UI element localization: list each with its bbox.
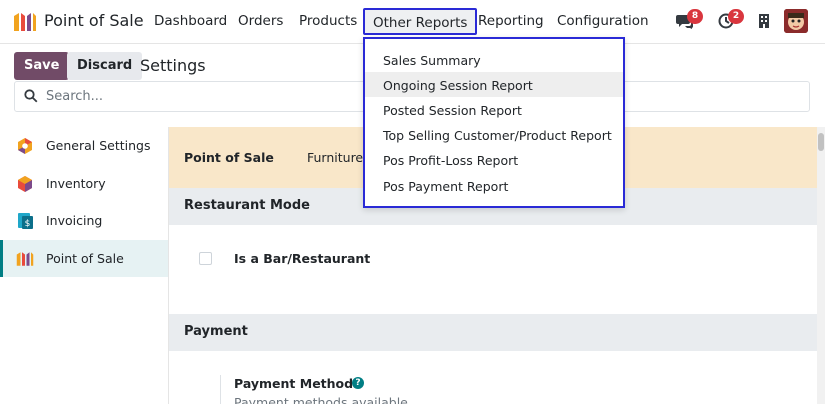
- sidebar-item-inventory[interactable]: Inventory: [0, 165, 168, 202]
- setting-divider: [220, 375, 221, 404]
- nav-configuration[interactable]: Configuration: [557, 13, 649, 29]
- other-reports-dropdown: Sales Summary Ongoing Session Report Pos…: [363, 37, 625, 208]
- settings-sidebar: General Settings Inventory $ Invoicing P…: [0, 127, 169, 404]
- sidebar-item-general-settings[interactable]: General Settings: [0, 127, 168, 164]
- menu-item-top-selling-report[interactable]: Top Selling Customer/Product Report: [365, 122, 623, 147]
- sidebar-item-label: Invoicing: [46, 213, 103, 228]
- messages-badge: 8: [687, 9, 703, 24]
- help-icon[interactable]: ?: [352, 377, 364, 389]
- sidebar-item-point-of-sale[interactable]: Point of Sale: [0, 240, 168, 277]
- pos-store-icon[interactable]: [13, 12, 37, 32]
- menu-item-profit-loss-report[interactable]: Pos Profit-Loss Report: [365, 147, 623, 172]
- pos-store-icon: [16, 252, 34, 266]
- app-title[interactable]: Point of Sale: [44, 11, 144, 30]
- invoicing-icon: $: [18, 213, 33, 229]
- scrollbar[interactable]: [817, 127, 825, 404]
- scrollbar-thumb[interactable]: [818, 133, 824, 151]
- discard-button[interactable]: Discard: [67, 52, 143, 80]
- inventory-box-icon: [18, 176, 32, 192]
- user-avatar[interactable]: [784, 9, 808, 33]
- sidebar-item-label: General Settings: [46, 138, 151, 153]
- nav-dashboard[interactable]: Dashboard: [154, 13, 227, 29]
- menu-item-payment-report[interactable]: Pos Payment Report: [365, 173, 623, 198]
- search-placeholder: Search...: [46, 89, 104, 104]
- activity-badge: 2: [728, 9, 744, 24]
- sidebar-item-label: Point of Sale: [46, 251, 124, 266]
- sidebar-item-invoicing[interactable]: $ Invoicing: [0, 202, 168, 239]
- page-title: Settings: [140, 56, 206, 75]
- nav-reporting[interactable]: Reporting: [478, 13, 544, 29]
- menu-item-posted-session-report[interactable]: Posted Session Report: [365, 97, 623, 122]
- nav-orders[interactable]: Orders: [238, 13, 283, 29]
- svg-text:$: $: [25, 219, 31, 229]
- save-button[interactable]: Save: [14, 52, 70, 80]
- search-icon: [24, 89, 38, 103]
- avatar-face-icon: [784, 9, 808, 33]
- sidebar-item-label: Inventory: [46, 176, 106, 191]
- pos-selector[interactable]: Furniture: [307, 150, 363, 165]
- company-building-icon[interactable]: [758, 13, 770, 29]
- app-header-title: Point of Sale: [184, 150, 274, 165]
- setting-label-restaurant: Is a Bar/Restaurant: [234, 251, 371, 266]
- section-title: Payment: [184, 324, 248, 339]
- menu-item-ongoing-session-report[interactable]: Ongoing Session Report: [365, 72, 623, 97]
- menu-item-sales-summary[interactable]: Sales Summary: [365, 47, 623, 72]
- setting-desc-payment-methods: Payment methods available: [234, 395, 408, 404]
- section-payment: Payment: [169, 314, 817, 351]
- restaurant-checkbox[interactable]: [199, 252, 212, 265]
- section-title: Restaurant Mode: [184, 198, 310, 213]
- settings-hex-icon: [18, 138, 32, 154]
- nav-products[interactable]: Products: [299, 13, 357, 29]
- nav-other-reports[interactable]: Other Reports: [363, 8, 478, 35]
- setting-label-payment-methods: Payment Methods: [234, 376, 361, 391]
